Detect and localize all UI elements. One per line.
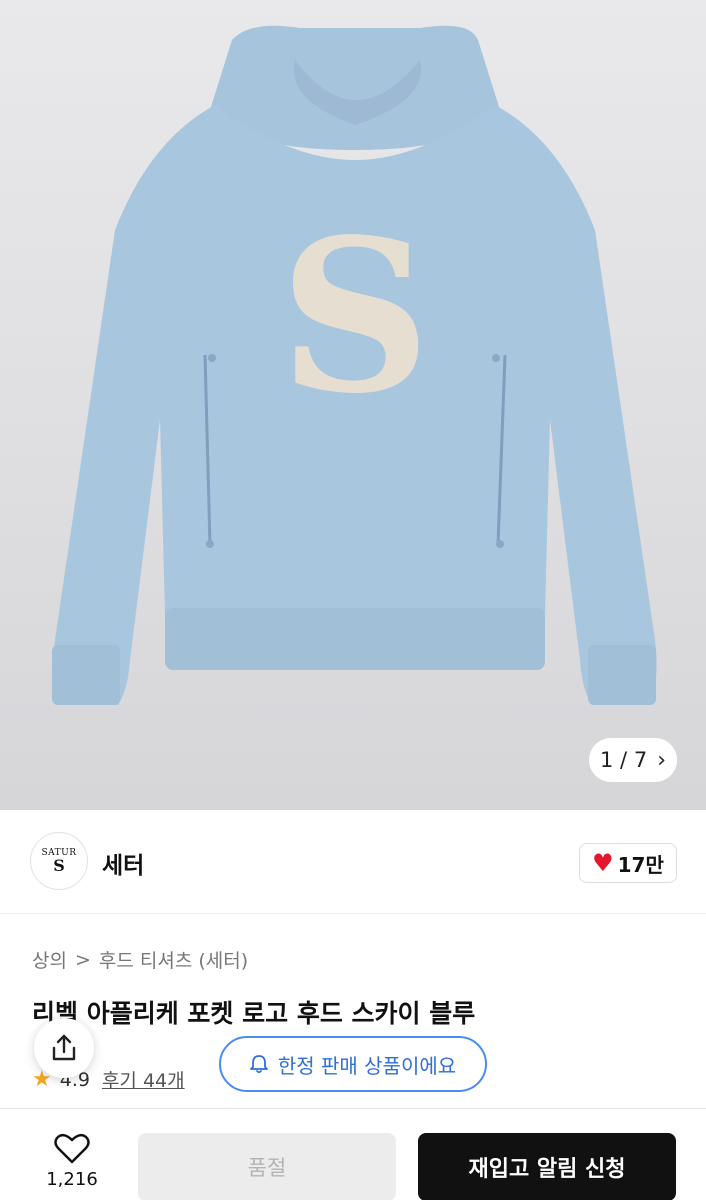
bell-icon	[249, 1055, 268, 1074]
brand-like-count: 17만	[617, 852, 664, 877]
brand-name[interactable]: 세터	[102, 846, 144, 880]
bottom-action-bar: 1,216 품절 재입고 알림 신청	[0, 1108, 706, 1200]
restock-alert-button[interactable]: 재입고 알림 신청	[418, 1133, 676, 1200]
share-button[interactable]	[34, 1018, 94, 1078]
breadcrumb-item-subcategory[interactable]: 후드 티셔츠 (세터)	[99, 946, 248, 973]
product-title: 리벨 아플리케 포켓 로고 후드 스카이 블루	[32, 999, 476, 1028]
soldout-button: 품절	[138, 1133, 396, 1200]
heart-filled-icon: ♥	[592, 849, 614, 877]
hoodie-image: S	[52, 25, 657, 705]
review-link[interactable]: 후기 44개	[102, 1066, 185, 1093]
chevron-right-icon: ›	[657, 747, 666, 773]
image-counter[interactable]: 1 / 7 ›	[589, 738, 677, 782]
brand-logo-mark: S	[53, 856, 65, 875]
breadcrumb: 상의 > 후드 티셔츠 (세터)	[32, 946, 248, 973]
brand-logo[interactable]: SATUR S	[30, 832, 88, 890]
share-icon	[52, 1034, 76, 1061]
limited-sale-badge[interactable]: 한정 판매 상품이에요	[219, 1036, 487, 1092]
brand-like-button[interactable]: ♥ 17만	[579, 843, 677, 883]
limited-sale-label: 한정 판매 상품이에요	[277, 1053, 457, 1078]
heart-outline-icon	[54, 1133, 90, 1164]
counter-total: 7	[633, 748, 648, 772]
breadcrumb-separator: >	[74, 948, 91, 971]
seller-row: SATUR S 세터 ♥ 17만	[0, 810, 706, 914]
wish-button[interactable]: 1,216	[30, 1133, 114, 1190]
product-image-carousel[interactable]: S 1 / 7 ›	[0, 0, 706, 810]
svg-text:S: S	[279, 193, 431, 440]
counter-separator: /	[620, 748, 628, 772]
breadcrumb-item-category[interactable]: 상의	[32, 946, 67, 973]
wish-count: 1,216	[46, 1169, 98, 1190]
counter-current: 1	[599, 748, 614, 772]
